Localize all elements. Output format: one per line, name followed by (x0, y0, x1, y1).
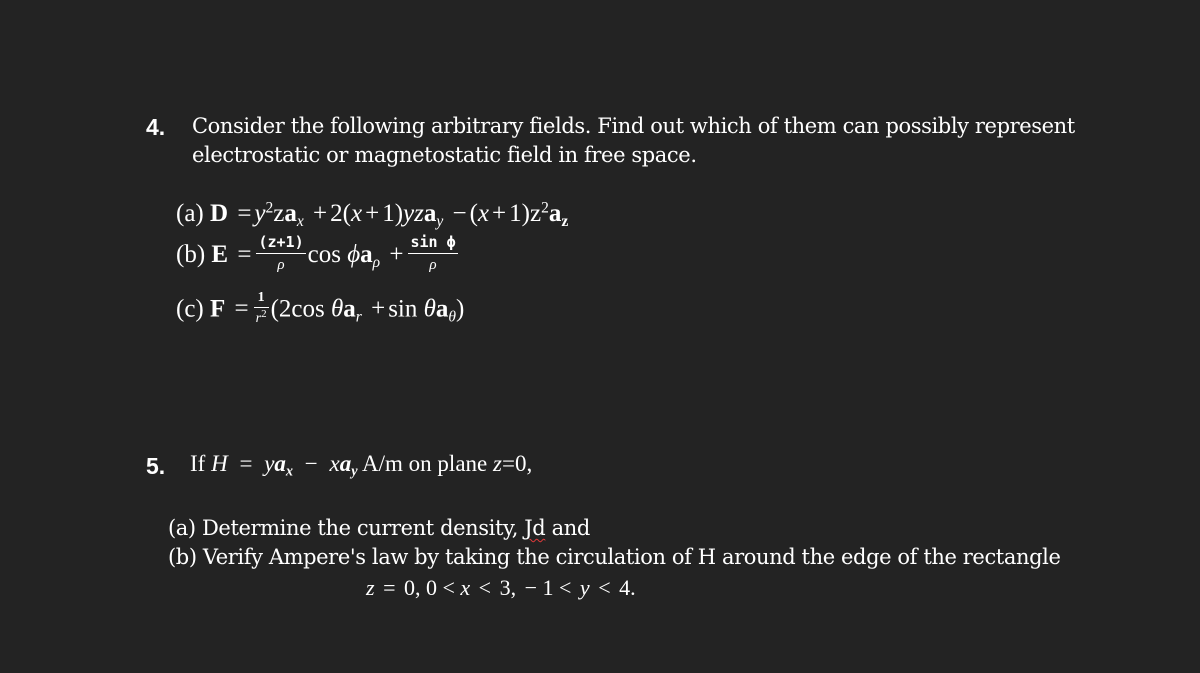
math-var: x (477, 200, 490, 227)
math-text: 0, 0 < (403, 575, 455, 600)
question-5-number: 5. (146, 453, 166, 479)
math-text: 3, (499, 575, 517, 600)
math-text: 1) (382, 200, 404, 227)
rectangle-condition: z = 0, 0 < x < 3, − 1 < y < 4. (366, 575, 636, 601)
math-text: 2( (330, 200, 351, 227)
fraction-numerator: sin ϕ (410, 233, 456, 251)
fraction-denominator: ρ (277, 257, 285, 274)
math-var: yz (403, 200, 424, 227)
plus-sign: + (313, 200, 328, 227)
math-var: z (493, 451, 502, 476)
math-var: H (211, 451, 228, 476)
field-symbol: E (211, 240, 229, 268)
plus-sign: + (389, 240, 404, 268)
question-5-statement: If H = yax − xay A/m on plane z=0, (190, 451, 533, 480)
equals-sign: = (234, 295, 249, 323)
fraction-denominator: r2 (254, 308, 269, 327)
unit-subscript: x (285, 463, 294, 480)
field-symbol: F (210, 295, 226, 323)
math-var: y (264, 451, 275, 476)
unit-subscript: θ (448, 308, 457, 326)
equation-c: (c) F = 1 r2 (2cos θar + sin θaθ) (176, 290, 465, 329)
unit-subscript: y (351, 463, 358, 480)
math-text: − 1 < (524, 575, 572, 600)
equation-b: (b) E = (z+1) ρ cos ϕaρ + sin ϕ ρ (176, 233, 460, 276)
plus-sign: + (365, 200, 380, 227)
fraction-bar (256, 253, 306, 255)
spellcheck-flagged-word: Jd (524, 516, 546, 540)
math-text: < (478, 575, 492, 600)
unit-subscript: x (296, 212, 304, 230)
equals-sign: = (237, 240, 252, 268)
exponent: 2 (541, 199, 549, 217)
part-a-text: (a) Determine the current density, (168, 516, 518, 540)
math-var: z (366, 575, 375, 600)
math-func: cos (307, 240, 341, 268)
math-text: ( (469, 200, 478, 227)
math-var: y (579, 575, 590, 600)
part-label: (b) (176, 240, 206, 268)
unit-vector: a (435, 295, 449, 323)
math-var: z (529, 200, 542, 227)
math-text: 0, (514, 451, 533, 476)
question-4-text-line1: Consider the following arbitrary fields.… (192, 114, 1075, 138)
unit-vector: a (548, 200, 562, 227)
question-4-number: 4. (146, 114, 166, 140)
unit-vector: a (339, 451, 352, 476)
unit-vector: a (284, 200, 297, 227)
field-symbol: D (210, 200, 229, 227)
unit-vector: a (343, 295, 356, 323)
plus-sign: + (371, 295, 386, 323)
unit-vector: a (423, 200, 437, 227)
fraction-denominator: ρ (429, 257, 437, 274)
math-var: x (329, 451, 340, 476)
unit-subscript: y (436, 212, 444, 230)
fraction: (z+1) ρ (256, 233, 306, 274)
math-var: x (350, 200, 363, 227)
fraction: sin ϕ ρ (408, 233, 458, 274)
math-func: sin (388, 295, 418, 323)
math-text: ) (456, 295, 465, 323)
part-a-text: and (551, 516, 591, 540)
fraction-numerator: 1 (257, 290, 265, 305)
unit-vector: a (274, 451, 286, 476)
question-5-part-b: (b) Verify Ampere's law by taking the ci… (168, 545, 1061, 569)
unit-subscript: ρ (372, 253, 381, 271)
minus-sign: − (304, 451, 318, 476)
equals-sign: = (237, 200, 252, 227)
math-var: z (273, 200, 285, 227)
math-text: If (190, 451, 206, 476)
equals-sign: = (239, 451, 253, 476)
equation-a: (a) D = y2zax +2(x +1)yzay − (x +1)z2az (176, 199, 569, 230)
unit-subscript: r (355, 308, 362, 326)
plus-sign: + (492, 200, 507, 227)
unit-vector: a (360, 240, 373, 268)
fraction-numerator: (z+1) (258, 233, 304, 251)
math-text: A/m on plane (362, 451, 488, 476)
unit-subscript: z (561, 212, 569, 230)
math-var: y (254, 200, 266, 227)
fraction-bar (408, 253, 458, 255)
question-5-part-a: (a) Determine the current density, Jd an… (168, 516, 590, 540)
math-var: x (460, 575, 471, 600)
math-text: < (598, 575, 611, 600)
fraction: 1 r2 (253, 290, 269, 327)
part-label: (a) (176, 200, 204, 227)
part-label: (c) (176, 295, 204, 323)
math-text: 1) (509, 200, 530, 227)
minus-sign: − (452, 200, 467, 227)
math-var: θ (423, 295, 436, 323)
math-text: (2cos (270, 295, 325, 323)
equals-sign: = (501, 451, 515, 476)
exponent: 2 (261, 308, 267, 321)
equals-sign: = (383, 575, 396, 600)
math-var: θ (331, 295, 344, 323)
question-4-text-line2: electrostatic or magnetostatic field in … (192, 143, 697, 167)
math-var: ϕ (347, 240, 361, 268)
math-text: 4. (619, 575, 636, 600)
